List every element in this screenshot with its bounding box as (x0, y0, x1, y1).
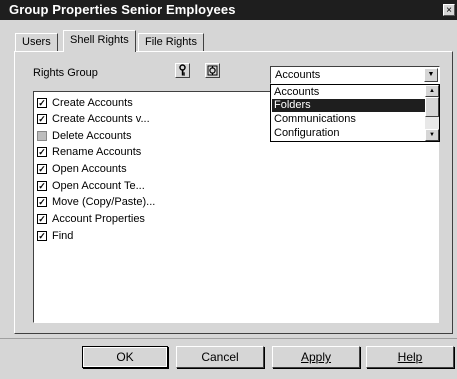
rights-group-dropdown: Accounts Folders Communications Configur… (270, 84, 440, 142)
right-label: Open Accounts (52, 163, 127, 175)
dialog-window: Group Properties Senior Employees × User… (0, 0, 457, 379)
checkbox[interactable] (37, 131, 47, 141)
tab-label: File Rights (145, 36, 197, 48)
apply-label: Apply (300, 350, 332, 364)
right-label: Open Account Te... (52, 180, 145, 192)
title-bar[interactable]: Group Properties Senior Employees × (0, 0, 457, 20)
wrench-icon[interactable] (205, 63, 220, 78)
checkbox[interactable]: ✓ (37, 114, 47, 124)
chevron-down-icon[interactable]: ▼ (424, 68, 438, 82)
checkbox[interactable]: ✓ (37, 214, 47, 224)
selected-value: Accounts (275, 69, 321, 81)
dropdown-scrollbar[interactable]: ▲ ▼ (425, 85, 439, 141)
key-icon[interactable] (175, 63, 190, 78)
help-button[interactable]: Help (366, 346, 454, 368)
apply-button[interactable]: Apply (272, 346, 360, 368)
tab-label: Shell Rights (70, 34, 129, 46)
dropdown-option-folders[interactable]: Folders (272, 99, 428, 112)
dropdown-option-accounts[interactable]: Accounts (272, 86, 428, 99)
right-label: Rename Accounts (52, 146, 142, 158)
checkbox[interactable]: ✓ (37, 231, 47, 241)
right-label: Create Accounts v... (52, 113, 150, 125)
ok-button[interactable]: OK (82, 346, 168, 368)
rights-group-label: Rights Group (33, 67, 98, 79)
window-title: Group Properties Senior Employees (9, 2, 236, 17)
scroll-down-icon[interactable]: ▼ (425, 129, 439, 141)
tab-shell-rights[interactable]: Shell Rights (63, 30, 136, 52)
checkbox[interactable]: ✓ (37, 197, 47, 207)
tab-label: Users (22, 36, 51, 48)
right-label: Create Accounts (52, 97, 133, 109)
checkbox[interactable]: ✓ (37, 181, 47, 191)
rights-group-select[interactable]: Accounts ▼ (270, 66, 440, 84)
tab-users[interactable]: Users (15, 33, 58, 51)
dropdown-option-configuration[interactable]: Configuration (272, 127, 428, 140)
right-label: Move (Copy/Paste)... (52, 196, 156, 208)
close-icon[interactable]: × (443, 4, 455, 16)
checkbox[interactable]: ✓ (37, 147, 47, 157)
tab-file-rights[interactable]: File Rights (138, 33, 204, 51)
cancel-button[interactable]: Cancel (176, 346, 264, 368)
right-label: Find (52, 230, 74, 242)
help-label: Help (397, 350, 423, 364)
scroll-up-icon[interactable]: ▲ (425, 85, 439, 97)
right-label: Delete Accounts (52, 130, 132, 142)
scroll-thumb[interactable] (425, 97, 439, 117)
dropdown-option-communications[interactable]: Communications (272, 113, 428, 126)
right-label: Account Properties (52, 213, 145, 225)
checkbox[interactable]: ✓ (37, 98, 47, 108)
checkbox[interactable]: ✓ (37, 164, 47, 174)
